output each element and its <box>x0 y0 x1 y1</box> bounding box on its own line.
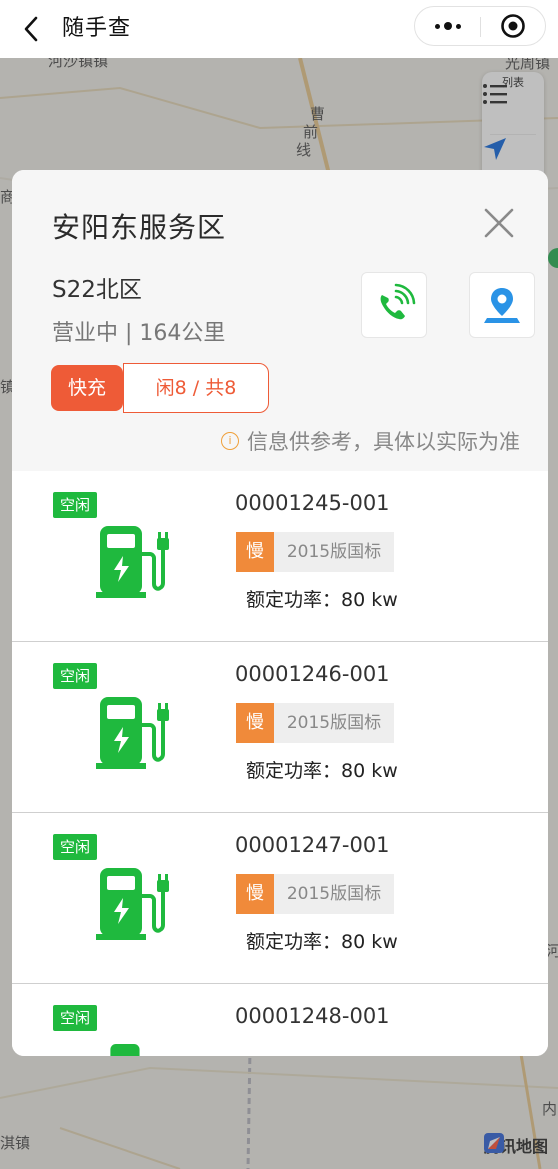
exit-button[interactable] <box>481 7 545 45</box>
charger-standard-tag: 2015版国标 <box>274 532 394 572</box>
disclaimer: i 信息供参考，具体以实际为准 <box>221 426 520 456</box>
back-button[interactable] <box>14 12 48 46</box>
charger-status-badge: 空闲 <box>53 492 97 518</box>
charger-standard-tag: 2015版国标 <box>274 874 394 914</box>
chevron-left-icon <box>24 16 38 42</box>
charger-rated-power: 额定功率：80 kw <box>246 760 398 782</box>
phone-icon <box>380 283 416 320</box>
disclaimer-text: 信息供参考，具体以实际为准 <box>247 430 520 454</box>
charging-pile-icon <box>96 868 169 940</box>
target-circle-icon <box>501 14 525 38</box>
charging-pile-icon <box>110 1044 140 1056</box>
slow-charge-tag: 慢 <box>236 874 274 914</box>
charger-status-badge: 空闲 <box>53 834 97 860</box>
more-dots-icon <box>434 23 440 29</box>
station-zone: S22北区 <box>52 277 142 303</box>
station-status: 营业中 | 164公里 <box>52 321 226 346</box>
charging-pile-icon <box>96 526 169 598</box>
charger-item[interactable]: 空闲 00001245-001 慢 2015版国标 额定功率：80 kw <box>12 471 548 642</box>
charging-pile-icon <box>96 697 169 769</box>
close-button[interactable] <box>482 206 516 240</box>
charger-code: 00001248-001 <box>235 1004 390 1028</box>
info-icon: i <box>221 432 239 450</box>
station-detail-card: 安阳东服务区 S22北区 营业中 | 164公里 快充 闲8 / 共8 i 信息… <box>12 170 548 1056</box>
availability-count: 闲8 / 共8 <box>123 363 269 413</box>
mini-program-capsule <box>414 6 546 46</box>
charger-rated-power: 额定功率：80 kw <box>246 589 398 611</box>
close-icon <box>484 208 514 238</box>
charger-status-badge: 空闲 <box>53 663 97 689</box>
page-title: 随手查 <box>62 16 132 41</box>
map-pin-icon <box>484 288 520 323</box>
station-header: 安阳东服务区 S22北区 营业中 | 164公里 快充 闲8 / 共8 i 信息… <box>12 170 548 471</box>
charger-item[interactable]: 空闲 00001246-001 慢 2015版国标 额定功率：80 kw <box>12 642 548 813</box>
charger-rated-power: 额定功率：80 kw <box>246 931 398 953</box>
charger-standard-tag: 2015版国标 <box>274 703 394 743</box>
charger-code: 00001245-001 <box>235 491 390 515</box>
call-button[interactable] <box>361 272 427 338</box>
slow-charge-tag: 慢 <box>236 703 274 743</box>
fast-charge-tag: 快充 <box>51 365 123 411</box>
charger-item[interactable]: 空闲 00001247-001 慢 2015版国标 额定功率：80 kw <box>12 813 548 984</box>
slow-charge-tag: 慢 <box>236 532 274 572</box>
more-button[interactable] <box>415 7 480 45</box>
charger-status-badge: 空闲 <box>53 1005 97 1031</box>
navigate-button[interactable] <box>469 272 535 338</box>
top-nav-bar: 随手查 <box>0 0 558 58</box>
charger-item[interactable]: 空闲 00001248-001 <box>12 984 548 1056</box>
charger-code: 00001246-001 <box>235 662 390 686</box>
station-name: 安阳东服务区 <box>52 211 227 244</box>
charger-code: 00001247-001 <box>235 833 390 857</box>
